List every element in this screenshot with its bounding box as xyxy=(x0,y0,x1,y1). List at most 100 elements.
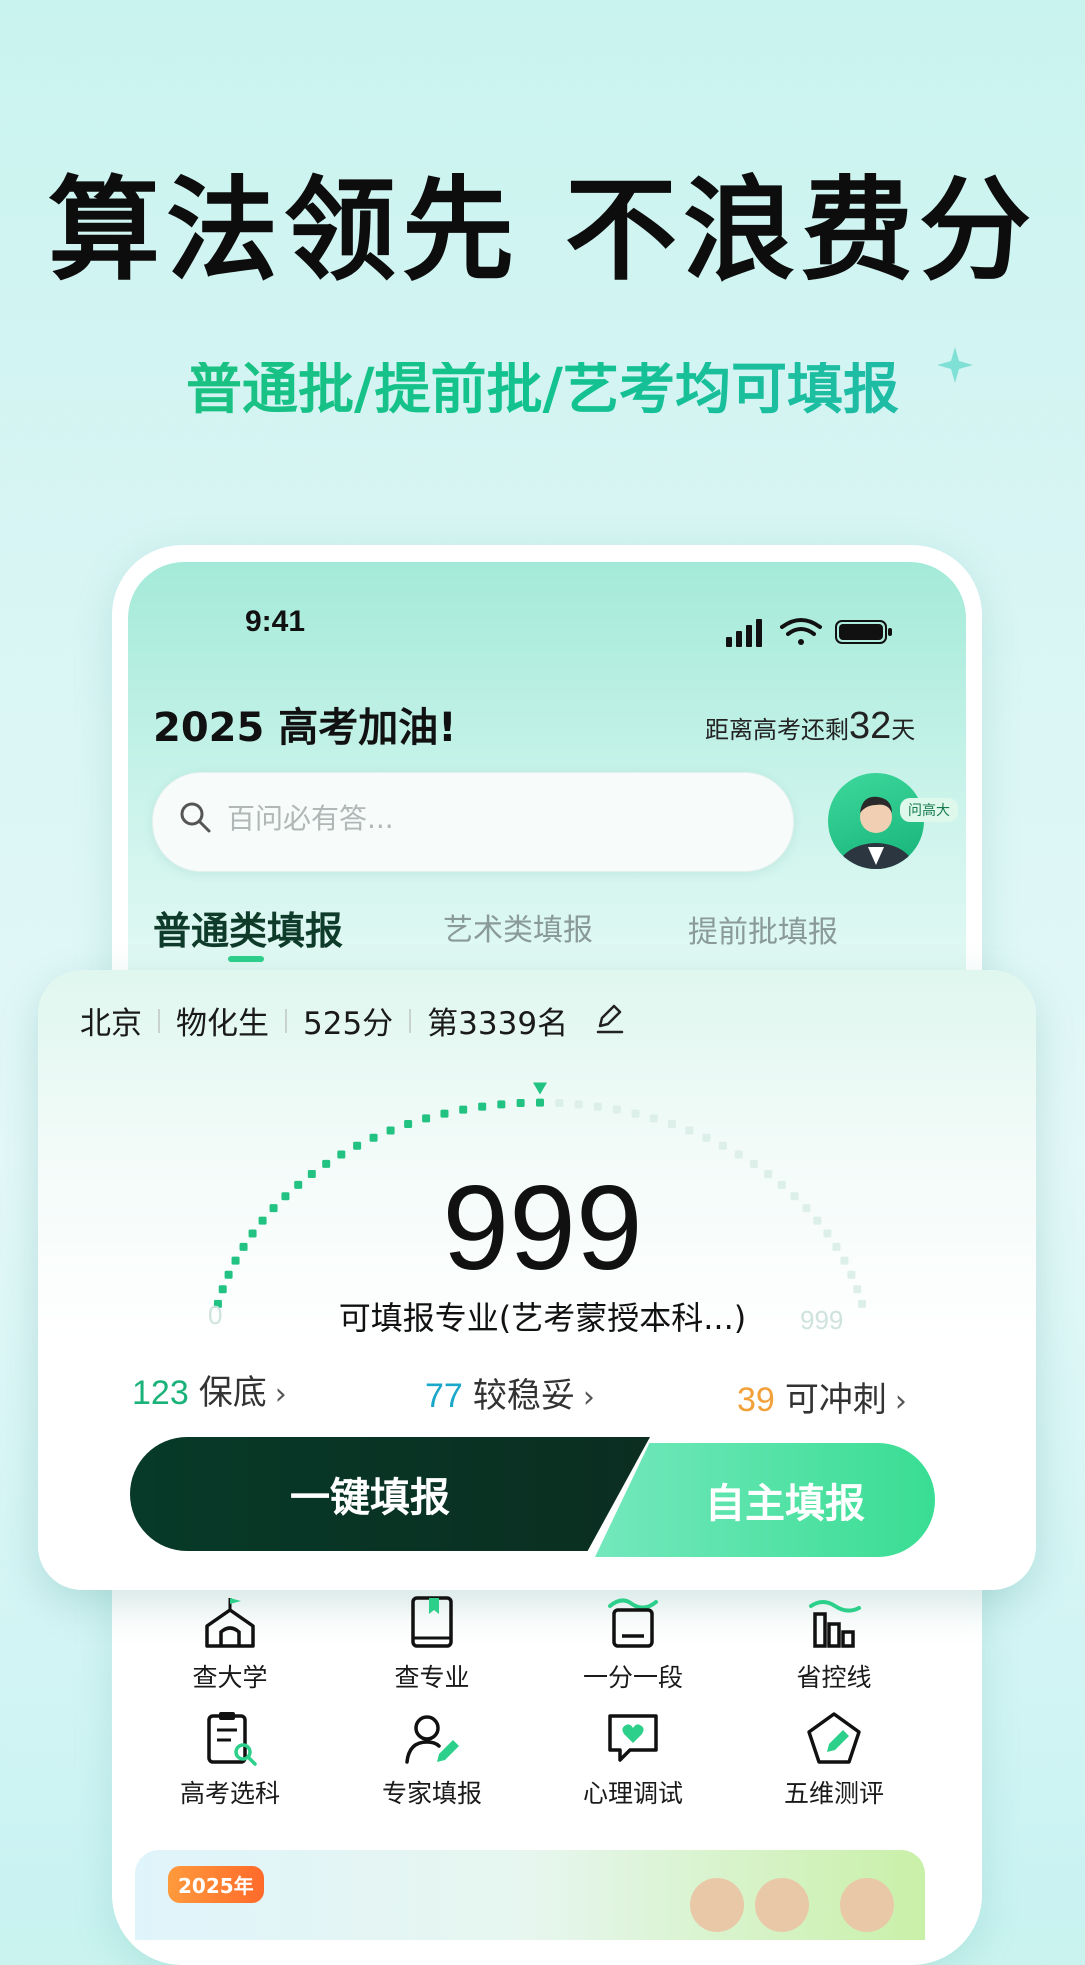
gauge-tick xyxy=(337,1150,346,1159)
bar-chart-icon xyxy=(809,1600,861,1648)
battery-icon xyxy=(835,620,892,644)
search-input[interactable] xyxy=(225,795,749,841)
stat-safe-label: 保底 xyxy=(198,1373,267,1413)
hero-title: 算法领先 不浪费分 xyxy=(48,166,1037,296)
gauge-max-label: 999 xyxy=(800,1305,844,1335)
tool-assessment[interactable]: 五维测评 xyxy=(749,1708,919,1810)
manual-fill-button[interactable]: 自主填报 xyxy=(595,1443,935,1557)
gauge-tick xyxy=(612,1105,621,1114)
stat-rush[interactable]: 39 可冲刺 › xyxy=(737,1372,907,1421)
tab-active-indicator xyxy=(228,956,264,962)
exam-countdown: 距离高考还剩32天 xyxy=(705,705,915,748)
tool-score-segment[interactable]: 一分一段 xyxy=(548,1592,718,1694)
countdown-unit: 天 xyxy=(891,716,916,744)
tool-label: 高考选科 xyxy=(179,1779,280,1808)
edit-icon[interactable] xyxy=(592,1000,628,1036)
clipboard-search-icon xyxy=(207,1712,257,1766)
gauge-tick xyxy=(734,1150,743,1159)
gauge-min-label: 0 xyxy=(208,1300,223,1330)
profile-score: 525分 xyxy=(303,1006,394,1042)
gauge-value: 999 xyxy=(442,1161,643,1295)
divider xyxy=(285,1008,287,1033)
chevron-right-icon: › xyxy=(582,1380,595,1415)
expert-avatar xyxy=(690,1878,744,1932)
profile-region: 北京 xyxy=(80,1006,142,1042)
expert-icon xyxy=(405,1715,459,1764)
search-icon xyxy=(180,802,211,833)
stat-stable-label: 较稳妥 xyxy=(472,1376,575,1416)
status-time: 9:41 xyxy=(245,605,306,638)
tool-university[interactable]: 查大学 xyxy=(145,1592,315,1694)
divider xyxy=(158,1008,160,1033)
gauge-tick xyxy=(631,1109,640,1118)
score-segment-icon xyxy=(608,1598,658,1648)
gauge-marker-icon xyxy=(533,1082,547,1095)
pentagon-icon xyxy=(807,1712,861,1764)
gauge-tick xyxy=(478,1102,487,1111)
profile-row[interactable]: 北京 物化生 525分 第3339名 xyxy=(80,998,568,1043)
stat-stable-count: 77 xyxy=(425,1377,463,1415)
chevron-right-icon: › xyxy=(894,1384,907,1419)
gauge-tick xyxy=(422,1114,431,1123)
stat-stable[interactable]: 77 较稳妥 › xyxy=(425,1368,595,1417)
book-icon xyxy=(411,1596,453,1648)
gauge-tick xyxy=(516,1099,525,1108)
expert-avatar xyxy=(755,1878,809,1932)
gauge-tick xyxy=(667,1120,676,1129)
countdown-days: 32 xyxy=(849,705,892,747)
assistant-badge: 问高大 xyxy=(900,798,958,822)
status-icons xyxy=(726,618,892,647)
gauge-tick xyxy=(386,1126,395,1135)
tool-control-line[interactable]: 省控线 xyxy=(749,1592,919,1694)
tool-label: 心理调试 xyxy=(582,1779,683,1808)
gauge-tick xyxy=(322,1159,331,1168)
gauge-tick xyxy=(749,1159,758,1168)
gauge-tick xyxy=(718,1141,727,1150)
sparkle-icon xyxy=(937,347,973,383)
chevron-right-icon: › xyxy=(274,1377,287,1412)
expert-avatar xyxy=(840,1878,894,1932)
gauge-tick xyxy=(369,1133,378,1142)
gauge-tick xyxy=(555,1099,564,1108)
gauge-tick xyxy=(404,1120,413,1129)
countdown-prefix: 距离高考还剩 xyxy=(705,716,849,744)
tool-subject-selection[interactable]: 高考选科 xyxy=(145,1708,315,1810)
gauge-tick xyxy=(685,1126,694,1135)
divider xyxy=(409,1008,412,1033)
tool-label: 查大学 xyxy=(192,1663,268,1692)
gauge-tick xyxy=(353,1141,362,1150)
tab-regular[interactable]: 普通类填报 xyxy=(153,900,343,955)
gauge-tick xyxy=(574,1100,583,1109)
stat-rush-label: 可冲刺 xyxy=(784,1380,887,1420)
tab-early-batch[interactable]: 提前批填报 xyxy=(688,907,838,951)
one-click-fill-button[interactable]: 一键填报 xyxy=(130,1437,650,1551)
gauge-tick xyxy=(497,1100,506,1109)
hero-subtitle: 普通批/提前批/艺考均可填报 xyxy=(0,362,1085,418)
gauge-tick xyxy=(593,1102,602,1111)
wifi-icon xyxy=(780,618,822,645)
tool-label: 五维测评 xyxy=(783,1779,884,1808)
tool-label: 一分一段 xyxy=(582,1663,683,1692)
tool-label: 省控线 xyxy=(796,1663,872,1692)
gauge-tick xyxy=(702,1133,711,1142)
profile-subjects: 物化生 xyxy=(176,1006,269,1042)
tab-art[interactable]: 艺术类填报 xyxy=(443,905,593,949)
stat-rush-count: 39 xyxy=(737,1381,775,1419)
gauge-tick xyxy=(459,1105,468,1114)
tool-psychology[interactable]: 心理调试 xyxy=(548,1708,718,1810)
tool-label: 专家填报 xyxy=(381,1779,482,1808)
heart-chat-icon xyxy=(608,1714,658,1762)
gauge-caption: 可填报专业(艺考蒙授本科...) xyxy=(338,1299,747,1337)
gauge-tick xyxy=(536,1098,544,1107)
profile-rank: 第3339名 xyxy=(427,1006,569,1042)
university-icon xyxy=(205,1598,255,1648)
stat-safe[interactable]: 123 保底 › xyxy=(132,1365,287,1414)
tool-label: 查专业 xyxy=(394,1663,470,1692)
stat-safe-count: 123 xyxy=(132,1374,189,1412)
gauge-tick xyxy=(440,1109,449,1118)
tool-major[interactable]: 查专业 xyxy=(347,1592,517,1694)
signal-icon xyxy=(726,619,762,647)
gauge-tick xyxy=(649,1114,658,1123)
tool-expert[interactable]: 专家填报 xyxy=(347,1708,517,1810)
greeting-title: 2025 高考加油! xyxy=(153,705,457,751)
